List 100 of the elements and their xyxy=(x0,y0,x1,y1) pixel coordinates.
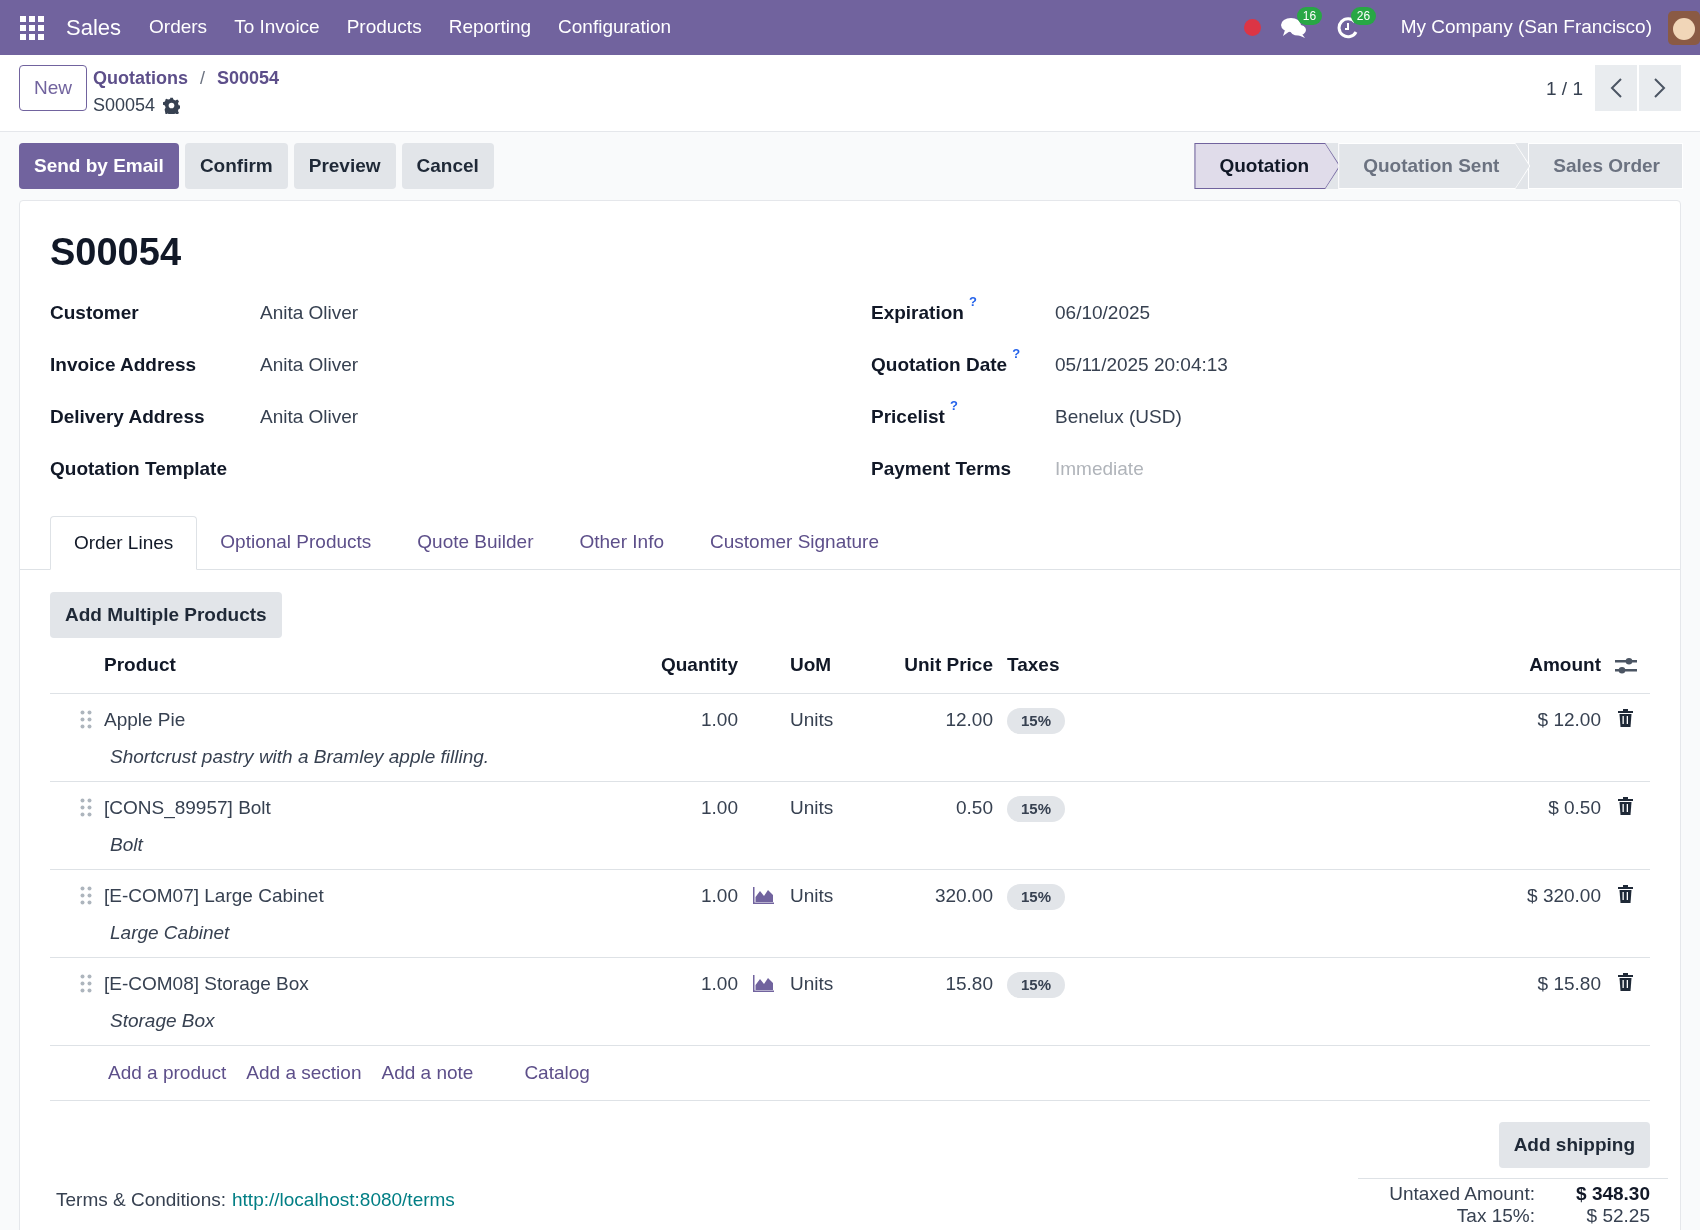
table-cell-text: 1.00 xyxy=(701,708,738,732)
action-button[interactable]: Cancel xyxy=(401,143,494,189)
delete-icon[interactable] xyxy=(1618,973,1633,991)
table-cell-text: 12.00 xyxy=(945,708,993,732)
previous-button[interactable] xyxy=(1595,65,1637,111)
menu-item[interactable]: Reporting xyxy=(448,13,532,42)
menu-item[interactable]: To Invoice xyxy=(234,13,320,42)
help-tooltip[interactable]: ? xyxy=(968,294,977,309)
column-header[interactable]: Taxes xyxy=(1007,654,1060,676)
input-field[interactable]: Immediate xyxy=(1055,454,1355,484)
table-cell-text: 1.00 xyxy=(701,972,738,996)
next-button[interactable] xyxy=(1639,65,1681,111)
order-line-row[interactable]: [CONS_89957] Bolt Bolt 1.00 Units 0.50 15% $ 0.50 xyxy=(50,782,1650,870)
product-description: Bolt xyxy=(109,832,145,857)
total-label: Tax 15%: xyxy=(1456,1205,1535,1227)
app-name[interactable]: Sales xyxy=(66,11,122,44)
avatar-icon[interactable] xyxy=(1668,10,1700,45)
delete-icon[interactable] xyxy=(1618,797,1633,815)
form-tab[interactable]: Quote Builder xyxy=(394,515,557,569)
field-label: Delivery Address xyxy=(50,404,205,429)
product-name[interactable]: [CONS_89957] Bolt xyxy=(104,794,600,823)
form-tab[interactable]: Customer Signature xyxy=(687,515,902,569)
table-cell-text: Units xyxy=(790,708,834,732)
app-menu-icon[interactable] xyxy=(20,15,44,40)
field-label: Expiration xyxy=(871,300,964,325)
table-cell-text: Units xyxy=(790,884,834,908)
delete-icon[interactable] xyxy=(1618,709,1633,727)
order-line-row[interactable]: [E-COM08] Storage Box Storage Box 1.00 Units 15.80 15% $ 15.80 xyxy=(50,958,1650,1046)
status-stage[interactable]: Quotation xyxy=(1194,143,1341,189)
action-button[interactable]: Confirm xyxy=(184,143,288,189)
menu-item[interactable]: Orders xyxy=(149,13,208,42)
form-tab[interactable]: Optional Products xyxy=(197,515,395,569)
field-label: Quotation Date xyxy=(871,352,1008,377)
table-cell-text: 320.00 xyxy=(934,884,993,908)
area-chart-icon[interactable] xyxy=(752,975,774,994)
company-switcher[interactable]: My Company (San Francisco) xyxy=(1400,13,1652,42)
total-value: $ 348.30 xyxy=(1575,1183,1650,1205)
menu-item[interactable]: Products xyxy=(346,13,422,42)
settings-icon[interactable] xyxy=(163,97,181,114)
field-value[interactable]: Anita Oliver xyxy=(260,350,359,380)
field-value[interactable]: 05/11/2025 20:04:13 xyxy=(1055,350,1228,380)
table-cell-text: $ 12.00 xyxy=(1537,708,1601,732)
area-chart-icon[interactable] xyxy=(752,887,774,906)
drag-handle-icon[interactable] xyxy=(80,710,92,729)
breadcrumb-separator: / xyxy=(200,67,206,90)
order-line-row[interactable]: [E-COM07] Large Cabinet Large Cabinet 1.00 Units 320.00 15% $ 320.00 xyxy=(50,870,1650,958)
field-value[interactable]: Anita Oliver xyxy=(260,402,359,432)
breadcrumb-link[interactable]: Quotations xyxy=(93,65,188,92)
field-label: Customer xyxy=(50,300,139,325)
help-tooltip[interactable]: ? xyxy=(1012,346,1021,361)
column-header[interactable]: Product xyxy=(104,654,176,676)
drag-handle-icon[interactable] xyxy=(80,798,92,817)
add-shipping-button[interactable]: Add shipping xyxy=(1498,1122,1650,1168)
order-line-row[interactable]: Apple Pie Shortcrust pastry with a Bramley apple filling. 1.00 Units 12.00 15% $ 12.00 xyxy=(50,694,1650,782)
field-value[interactable]: Benelux (USD) xyxy=(1055,402,1182,432)
record-name: S00054 xyxy=(93,94,156,117)
column-settings-icon[interactable] xyxy=(1614,656,1637,675)
add-line-link[interactable]: Add a note xyxy=(381,1058,474,1088)
drag-handle-icon[interactable] xyxy=(80,886,92,905)
table-cell-text: $ 15.80 xyxy=(1537,972,1601,996)
product-description: Shortcrust pastry with a Bramley apple filling. xyxy=(109,744,491,769)
status-stage[interactable]: Sales Order xyxy=(1528,143,1683,189)
form-tab[interactable]: Other Info xyxy=(556,515,687,569)
clock-icon[interactable] xyxy=(1336,16,1359,39)
column-header[interactable]: Quantity xyxy=(660,654,738,676)
table-cell-text: 0.50 xyxy=(956,796,993,820)
product-name[interactable]: [E-COM08] Storage Box xyxy=(104,970,600,999)
field-label: Pricelist xyxy=(871,404,945,429)
menu-item[interactable]: Configuration xyxy=(558,13,672,42)
column-header[interactable]: Amount xyxy=(1529,654,1601,676)
add-line-link[interactable]: Catalog xyxy=(524,1058,590,1088)
help-tooltip[interactable]: ? xyxy=(949,398,958,413)
drag-handle-icon[interactable] xyxy=(80,974,92,993)
table-cell-text: Units xyxy=(790,972,834,996)
product-name[interactable]: Apple Pie xyxy=(104,706,600,735)
field-value[interactable]: 06/10/2025 xyxy=(1055,298,1151,328)
add-line-link[interactable]: Add a product xyxy=(108,1058,227,1088)
table-cell-text: $ 0.50 xyxy=(1548,796,1601,820)
terms-label: Terms & Conditions: xyxy=(56,1188,226,1212)
delete-icon[interactable] xyxy=(1618,885,1633,903)
form-tab[interactable]: Order Lines xyxy=(50,516,198,570)
total-value: $ 52.25 xyxy=(1585,1205,1650,1227)
tax-tag: 15% xyxy=(1007,796,1066,822)
tax-tag: 15% xyxy=(1007,884,1066,910)
add-line-link[interactable]: Add a section xyxy=(246,1058,362,1088)
column-header[interactable]: Unit Price xyxy=(904,654,993,676)
add-multiple-products-button[interactable]: Add Multiple Products xyxy=(50,592,282,638)
action-button[interactable]: Send by Email xyxy=(19,143,179,189)
new-button[interactable]: New xyxy=(19,65,87,111)
tax-tag: 15% xyxy=(1007,708,1066,734)
action-button[interactable]: Preview xyxy=(293,143,396,189)
status-stage[interactable]: Quotation Sent xyxy=(1338,143,1531,189)
breadcrumb-link[interactable]: S00054 xyxy=(217,65,280,92)
activity-count-badge: 26 xyxy=(1350,6,1377,25)
field-label: Invoice Address xyxy=(50,352,197,377)
product-name[interactable]: [E-COM07] Large Cabinet xyxy=(104,882,600,911)
chevron-right-icon xyxy=(1654,78,1666,98)
column-header[interactable]: UoM xyxy=(790,654,832,676)
terms-link[interactable]: http://localhost:8080/terms xyxy=(232,1186,455,1215)
field-value[interactable]: Anita Oliver xyxy=(260,298,359,328)
